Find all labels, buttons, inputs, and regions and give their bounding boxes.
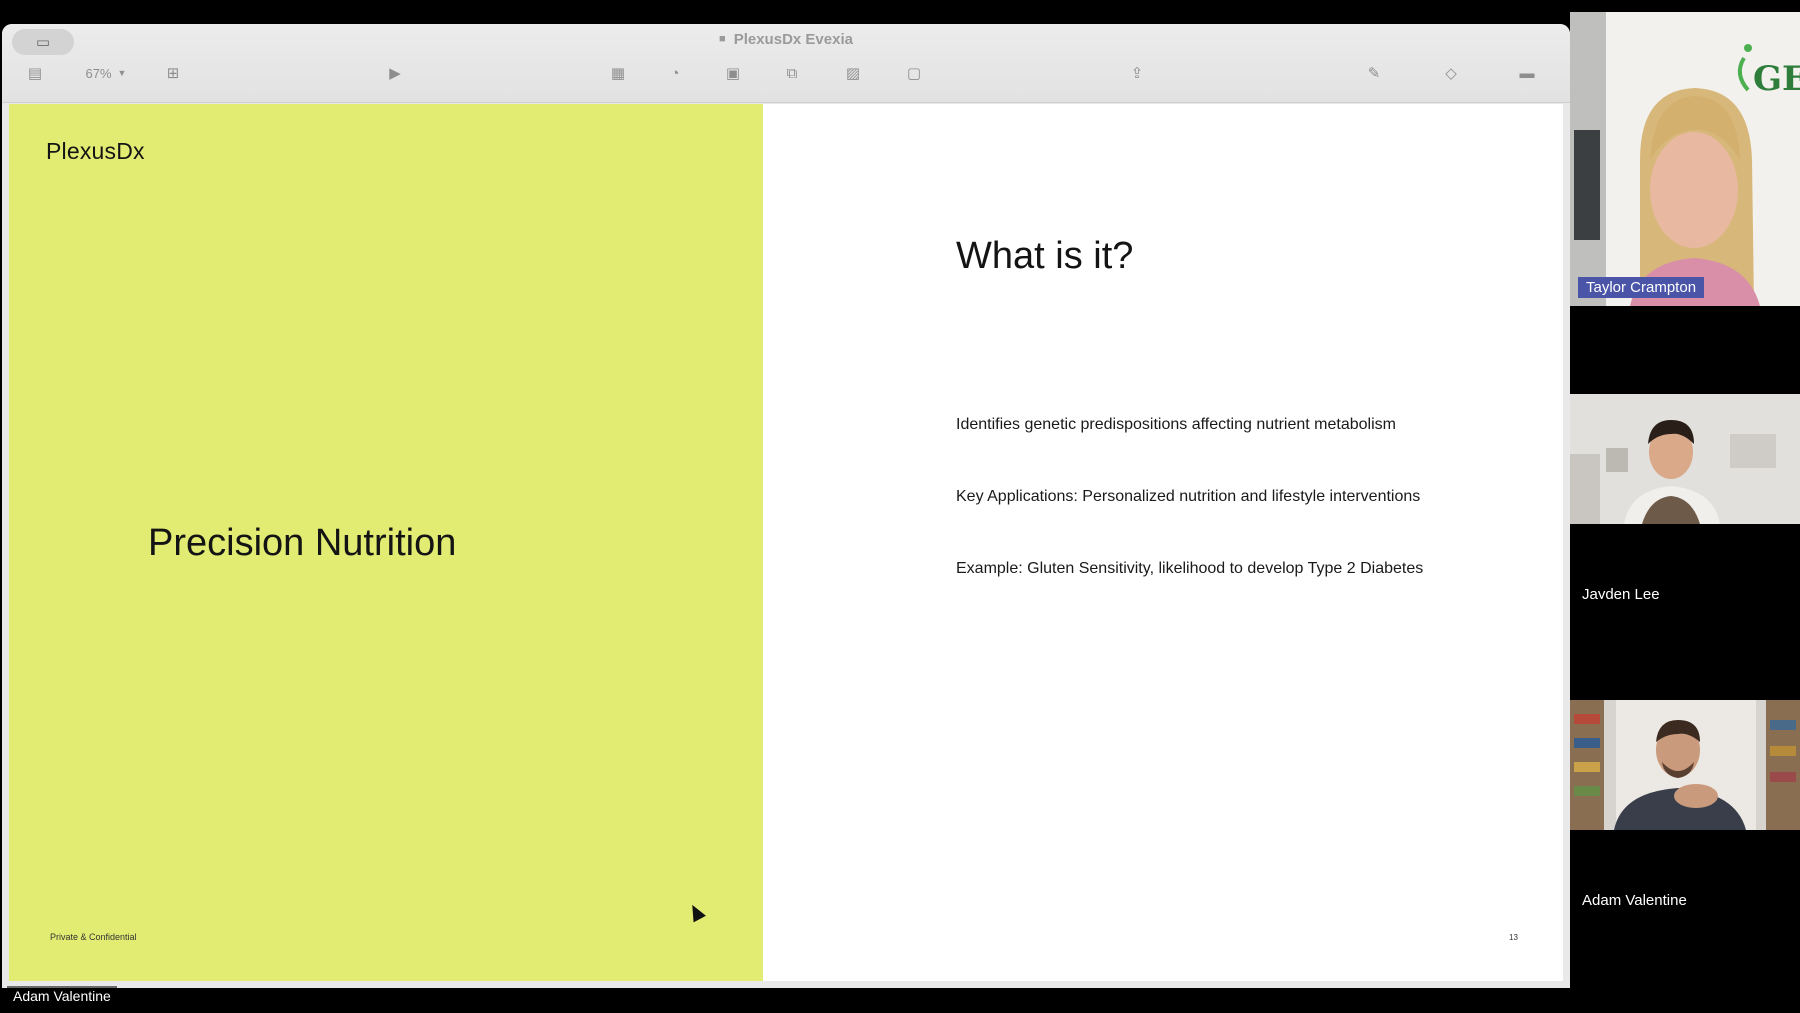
format-icon: ✎	[1367, 65, 1381, 82]
chart-icon: ◔	[670, 64, 680, 82]
participant-tile[interactable]: Adam Valentine	[1570, 700, 1800, 920]
presenter-name-label: Adam Valentine	[7, 986, 117, 1006]
participant-name-label: Taylor Crampton	[1578, 277, 1705, 298]
plexusdx-logo: PlexusDx	[46, 138, 145, 164]
app-titlebar: ▭ ■ PlexusDx Evexia ▤ 67% ▼ ⊞ ▶ ▦ ◔ ▣ ⧉ …	[2, 24, 1570, 103]
slide-section-title: What is it?	[956, 235, 1134, 277]
play-button[interactable]: ▶	[380, 60, 410, 86]
document-button[interactable]: ▬	[1512, 60, 1542, 86]
text-icon: ▣	[725, 65, 741, 82]
play-icon: ▶	[389, 65, 401, 82]
shape-icon: ⧉	[786, 64, 798, 82]
participant-name-label: Adam Valentine	[1582, 892, 1687, 909]
slide-right-panel: What is it? Identifies genetic predispos…	[763, 104, 1563, 981]
media-button[interactable]: ▨	[838, 60, 868, 86]
animate-icon: ◇	[1445, 65, 1457, 82]
slide-canvas[interactable]: PlexusDx Precision Nutrition Private & C…	[9, 104, 1563, 981]
participant-tile[interactable]: Jayden Lee	[1570, 394, 1800, 599]
meeting-stage: ▭ ■ PlexusDx Evexia ▤ 67% ▼ ⊞ ▶ ▦ ◔ ▣ ⧉ …	[0, 0, 1800, 1013]
document-icon: ■	[719, 33, 726, 45]
add-slide-button[interactable]: ⊞	[158, 60, 188, 86]
window-title: ■ PlexusDx Evexia	[719, 31, 853, 48]
slide-footer: Private & Confidential	[50, 932, 137, 942]
table-icon: ▦	[610, 65, 626, 82]
table-button[interactable]: ▦	[603, 60, 633, 86]
zoom-dropdown[interactable]: 67% ▼	[76, 60, 136, 86]
shape-button[interactable]: ⧉	[777, 60, 807, 86]
text-button[interactable]: ▣	[718, 60, 748, 86]
participant-tile[interactable]: GEN Taylor Crampton	[1570, 0, 1800, 306]
animate-button[interactable]: ◇	[1436, 60, 1466, 86]
format-button[interactable]: ✎	[1359, 60, 1389, 86]
comment-icon: ▢	[906, 65, 922, 82]
chart-button[interactable]: ◔	[660, 60, 690, 86]
document-panel-icon: ▬	[1519, 64, 1535, 82]
participant-name-label: Jayden Lee	[1582, 586, 1660, 599]
participant-video-jayden	[1570, 394, 1800, 524]
zoom-value: 67%	[85, 65, 112, 81]
slide-left-panel: PlexusDx Precision Nutrition Private & C…	[9, 104, 763, 981]
shared-screen-window: ▭ ■ PlexusDx Evexia ▤ 67% ▼ ⊞ ▶ ▦ ◔ ▣ ⧉ …	[2, 24, 1570, 988]
slide-main-title: Precision Nutrition	[148, 522, 457, 564]
view-button[interactable]: ▤	[20, 60, 50, 86]
add-slide-icon: ⊞	[166, 65, 180, 82]
mouse-cursor-icon	[686, 901, 706, 923]
slide-bullet: Key Applications: Personalized nutrition…	[956, 488, 1421, 505]
chevron-down-icon: ▼	[117, 68, 127, 78]
view-icon: ▤	[27, 65, 43, 82]
slide-bullet: Identifies genetic predispositions affec…	[956, 416, 1396, 433]
media-icon: ▨	[845, 65, 861, 82]
slide-bullet: Example: Gluten Sensitivity, likelihood …	[956, 560, 1424, 577]
background-logo: GEN	[1753, 59, 1800, 99]
share-icon: ⇪	[1130, 65, 1144, 82]
slide-page-number: 13	[1509, 933, 1518, 942]
share-button[interactable]: ⇪	[1122, 60, 1152, 86]
participant-video-adam	[1570, 700, 1800, 830]
comment-button[interactable]: ▢	[899, 60, 929, 86]
participant-video-taylor: GEN	[1570, 12, 1800, 306]
